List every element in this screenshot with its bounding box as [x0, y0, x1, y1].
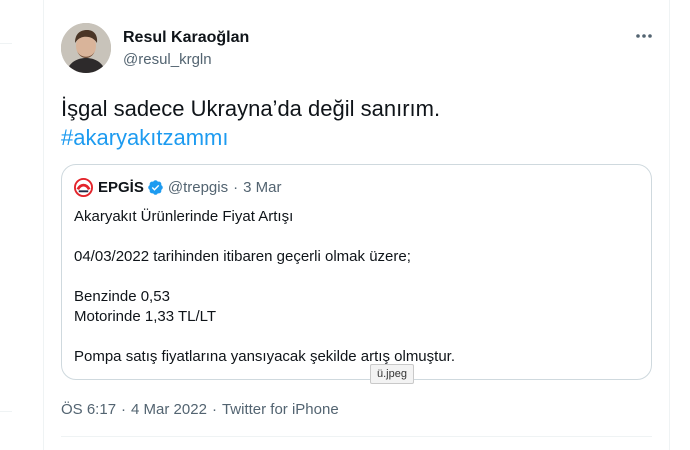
author-handle[interactable]: @resul_krgln: [123, 51, 212, 68]
tweet-time[interactable]: ÖS 6:17: [61, 401, 116, 418]
tweet-date[interactable]: 4 Mar 2022: [131, 401, 207, 418]
more-horizontal-icon: [636, 34, 652, 38]
tweet-source[interactable]: Twitter for iPhone: [222, 401, 339, 418]
quoted-text-line: Motorinde 1,33 TL/LT: [74, 308, 217, 325]
quoted-tweet-text: Akaryakıt Ürünlerinde Fiyat Artışı 04/03…: [74, 207, 455, 367]
avatar-image: [61, 23, 111, 73]
divider: [61, 436, 652, 437]
divider: [0, 43, 12, 44]
hashtag-link[interactable]: #akaryakıtzammı: [61, 123, 440, 152]
divider: [0, 411, 12, 412]
filename-tooltip: ü.jpeg: [370, 364, 414, 384]
quoted-text-line: Benzinde 0,53: [74, 288, 170, 305]
separator: ·: [211, 401, 217, 418]
quoted-author-name[interactable]: EPGİS: [98, 179, 144, 196]
separator: ·: [121, 401, 127, 418]
more-button[interactable]: [632, 26, 656, 46]
quoted-tweet-header: EPGİS @trepgis · 3 Mar: [74, 177, 281, 197]
author-name[interactable]: Resul Karaoğlan: [123, 29, 249, 47]
quoted-author-handle[interactable]: @trepgis: [168, 179, 228, 196]
tweet-metadata: ÖS 6:17 · 4 Mar 2022 · Twitter for iPhon…: [61, 401, 339, 418]
tweet-text: İşgal sadece Ukrayna’da değil sanırım. #…: [61, 94, 440, 152]
quoted-tweet-date[interactable]: 3 Mar: [243, 179, 281, 196]
verified-badge-icon: [148, 179, 163, 195]
avatar[interactable]: [61, 23, 111, 73]
timeline-left-border: [43, 0, 44, 450]
quoted-text-line: 04/03/2022 tarihinden itibaren geçerli o…: [74, 248, 411, 265]
tweet-body: İşgal sadece Ukrayna’da değil sanırım.: [61, 96, 441, 121]
quoted-tweet-card[interactable]: EPGİS @trepgis · 3 Mar Akaryakıt Ürünler…: [61, 164, 652, 380]
quoted-text-line: Akaryakıt Ürünlerinde Fiyat Artışı: [74, 208, 294, 225]
epgis-logo-icon: [74, 177, 93, 197]
timeline-right-border: [669, 0, 670, 450]
separator: ·: [233, 178, 239, 196]
